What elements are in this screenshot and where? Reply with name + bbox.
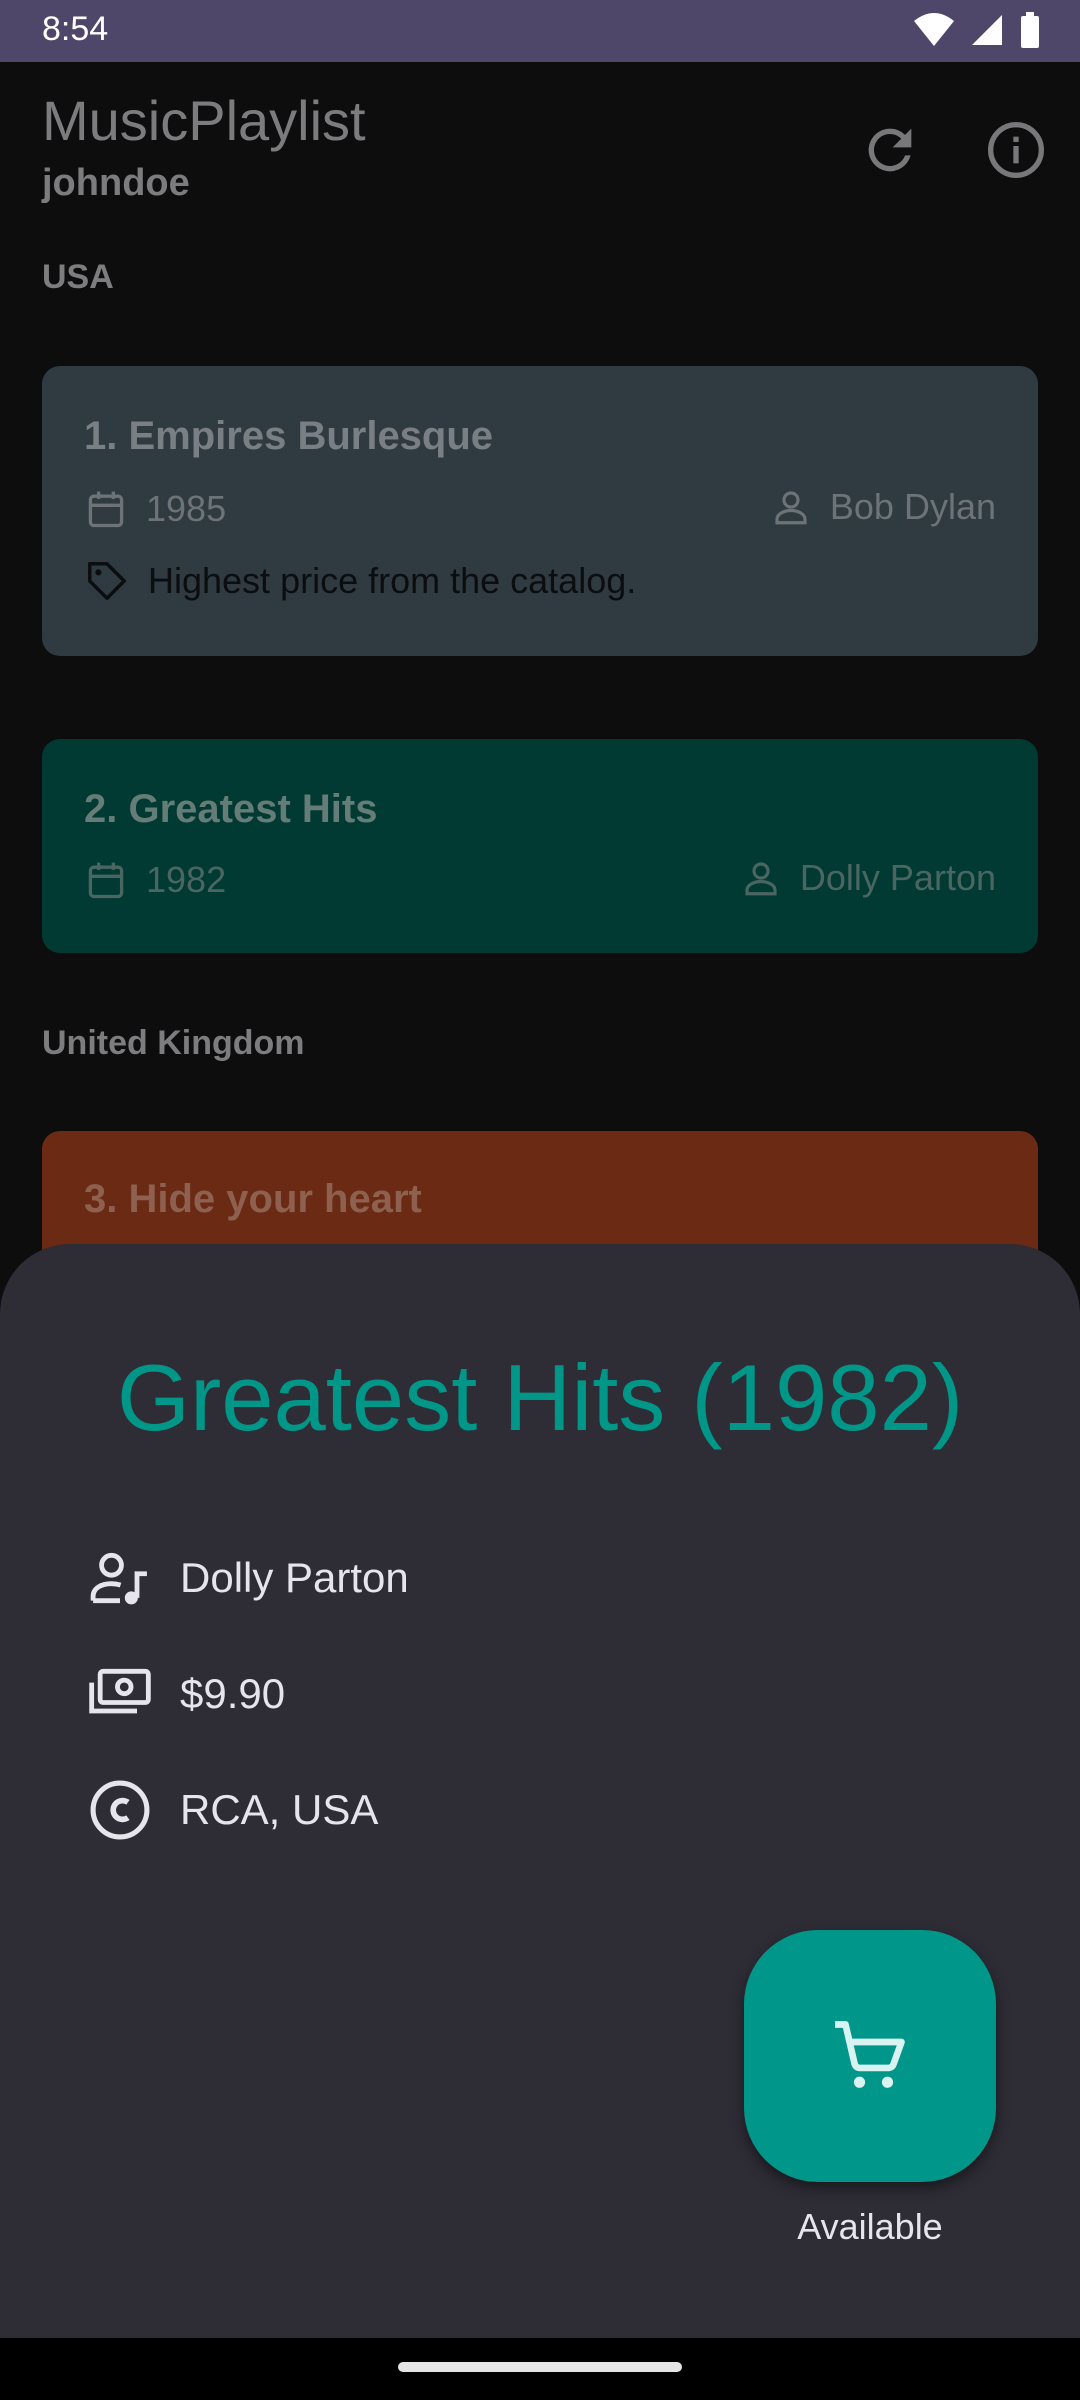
- buy-button[interactable]: [744, 1930, 996, 2182]
- artist-name: Dolly Parton: [180, 1554, 409, 1601]
- calendar-icon: [88, 862, 124, 899]
- availability-label: Available: [797, 2206, 943, 2247]
- app-subtitle: johndoe: [42, 162, 190, 204]
- album-year-row: 1985: [84, 486, 226, 532]
- album-note-row: Highest price from the catalog.: [84, 558, 636, 604]
- status-bar: 8:54: [0, 0, 1080, 62]
- price-info-row: $9.90: [86, 1660, 285, 1728]
- artist-info-row: Dolly Parton: [86, 1544, 409, 1612]
- cart-icon: [835, 2021, 905, 2088]
- album-card-title: 2. Greatest Hits: [84, 787, 378, 831]
- album-card-1[interactable]: 1. Empires Burlesque 1985 Bob Dylan High…: [42, 366, 1038, 656]
- album-artist: Bob Dylan: [829, 486, 996, 527]
- refresh-button[interactable]: [858, 118, 922, 182]
- home-gesture-handle[interactable]: [398, 2362, 682, 2372]
- album-note: Highest price from the catalog.: [148, 560, 637, 601]
- album-year: 1982: [146, 859, 227, 900]
- album-detail-sheet: Greatest Hits (1982) Dolly Parton $9.90 …: [0, 1244, 1080, 2338]
- section-header-usa: USA: [42, 258, 114, 296]
- tag-icon: [88, 562, 126, 600]
- album-card-title: 1. Empires Burlesque: [84, 414, 494, 458]
- album-year: 1985: [146, 488, 227, 529]
- info-icon: [988, 122, 1044, 178]
- calendar-icon: [88, 491, 124, 528]
- main-content: MusicPlaylist johndoe USA 1. Empires Bur…: [0, 62, 1080, 1341]
- album-artist-row: Bob Dylan: [770, 486, 996, 528]
- status-time: 8:54: [42, 10, 109, 48]
- battery-icon: [1021, 12, 1039, 48]
- album-year-row: 1982: [84, 857, 226, 903]
- album-artist-row: Dolly Parton: [740, 857, 996, 899]
- record-label: RCA, USA: [180, 1786, 379, 1833]
- section-header-united-kingdom: United Kingdom: [42, 1024, 305, 1062]
- app-title: MusicPlaylist: [42, 89, 366, 152]
- info-button[interactable]: [984, 118, 1048, 182]
- refresh-icon: [868, 128, 912, 172]
- navigation-bar: [0, 2338, 1080, 2400]
- album-card-title: 3. Hide your heart: [84, 1177, 422, 1221]
- money-icon: [89, 1668, 151, 1714]
- album-artist: Dolly Parton: [799, 857, 996, 898]
- copyright-icon: [90, 1780, 150, 1840]
- album-card-2[interactable]: 2. Greatest Hits 1982 Dolly Parton: [42, 739, 1038, 953]
- person-icon: [775, 491, 807, 525]
- wifi-icon: [914, 13, 954, 46]
- person-icon: [745, 862, 777, 896]
- sheet-title: Greatest Hits (1982): [116, 1345, 964, 1450]
- label-info-row: RCA, USA: [86, 1776, 378, 1844]
- signal-icon: [972, 15, 1002, 45]
- status-icons: [914, 12, 1040, 48]
- person-music-icon: [90, 1552, 147, 1605]
- price: $9.90: [180, 1670, 286, 1717]
